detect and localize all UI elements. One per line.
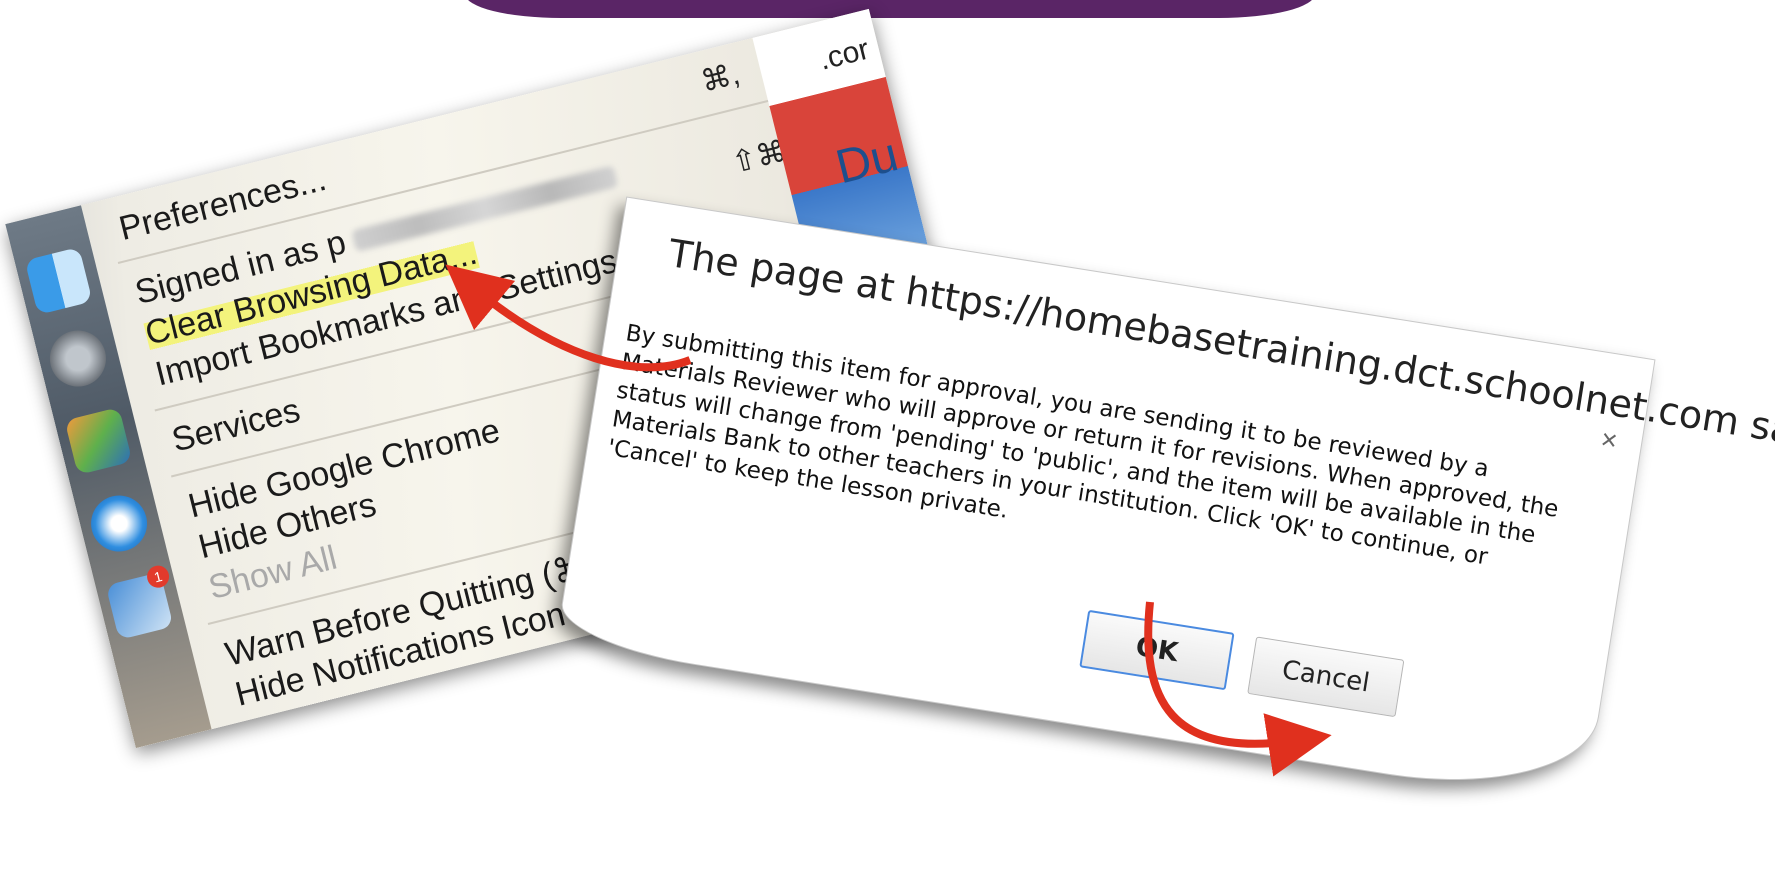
mission-control-icon[interactable]	[64, 407, 133, 475]
finder-icon[interactable]	[24, 246, 93, 315]
launchpad-icon[interactable]	[43, 324, 112, 393]
preferences-shortcut: ⌘,	[697, 57, 743, 99]
page-fragment: Du	[830, 128, 904, 195]
ok-button[interactable]: OK	[1079, 609, 1235, 691]
url-fragment: .cor	[815, 32, 873, 77]
confirm-dialog: The page at https://homebasetraining.dct…	[555, 196, 1775, 806]
top-banner	[465, 0, 1315, 18]
cancel-button[interactable]: Cancel	[1247, 636, 1405, 718]
close-icon[interactable]: ×	[1599, 423, 1620, 457]
redacted-email	[350, 165, 618, 253]
safari-icon[interactable]	[85, 489, 154, 558]
